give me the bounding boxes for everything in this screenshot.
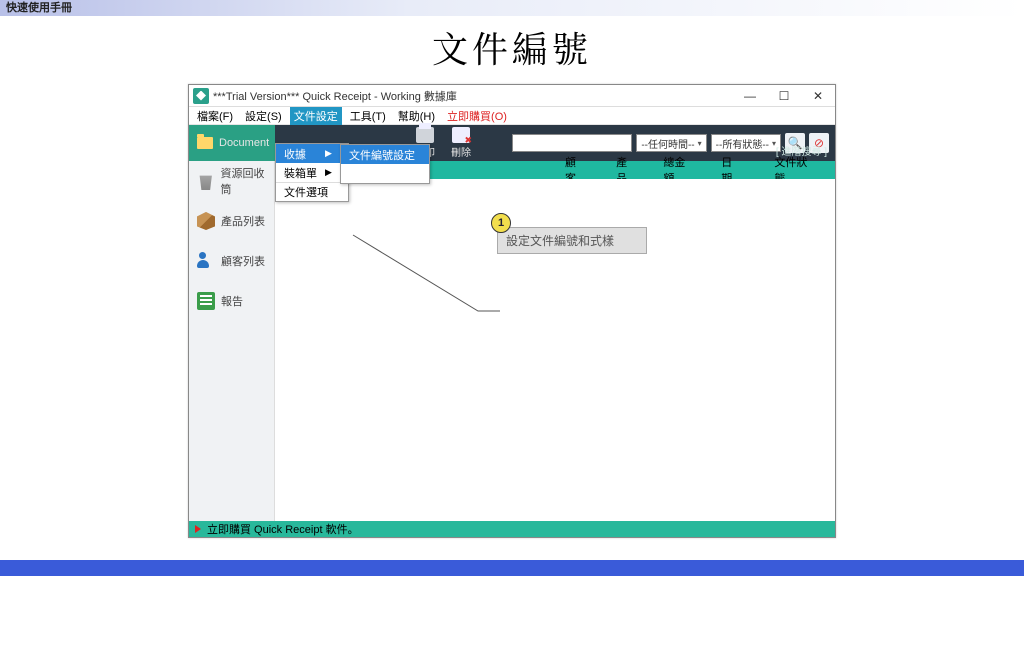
statusbar: 立即購買 Quick Receipt 軟件。 xyxy=(189,521,835,537)
play-icon xyxy=(195,525,201,533)
page-footer-bar xyxy=(0,560,1024,576)
delete-button[interactable]: 刪除 xyxy=(443,125,479,161)
sidebar-customers[interactable]: 顧客列表 xyxy=(189,241,274,281)
submenu-design[interactable]: 設計 xyxy=(341,164,429,183)
report-icon xyxy=(197,292,215,310)
callout-text: 設定文件編號和式樣 xyxy=(497,227,647,254)
callout-number: 1 xyxy=(491,213,511,233)
sidebar-customers-label: 顧客列表 xyxy=(221,253,265,269)
sidebar: 資源回收筒 產品列表 顧客列表 報告 xyxy=(189,161,275,521)
menubar: 檔案(F) 設定(S) 文件設定 工具(T) 幫助(H) 立即購買(O) xyxy=(189,107,835,125)
dropdown-options[interactable]: 文件選項 xyxy=(276,182,348,201)
dropdown-packing[interactable]: 裝箱單▶ xyxy=(276,163,348,182)
window-title: ***Trial Version*** Quick Receipt - Work… xyxy=(213,88,457,104)
doc-settings-dropdown: 收據▶ 文件編號設定 設計 裝箱單▶ 文件選項 xyxy=(275,143,349,202)
sidebar-current[interactable]: Document xyxy=(189,125,275,161)
menu-help[interactable]: 幫助(H) xyxy=(394,107,439,125)
app-icon xyxy=(193,88,209,104)
callout: 設定文件編號和式樣 1 xyxy=(497,227,647,254)
person-icon xyxy=(197,252,215,270)
minimize-button[interactable]: — xyxy=(733,85,767,107)
submenu-numbering[interactable]: 文件編號設定 xyxy=(341,145,429,164)
sidebar-current-label: Document xyxy=(219,137,269,149)
sidebar-recycle[interactable]: 資源回收筒 xyxy=(189,161,274,201)
sidebar-products-label: 產品列表 xyxy=(221,213,265,229)
menu-settings[interactable]: 設定(S) xyxy=(241,107,286,125)
receipt-submenu: 文件編號設定 設計 xyxy=(340,144,430,184)
delete-label: 刪除 xyxy=(451,144,471,159)
status-filter[interactable]: --所有狀態-- xyxy=(711,134,781,152)
sidebar-reports-label: 報告 xyxy=(221,293,243,309)
dropdown-receipt[interactable]: 收據▶ 文件編號設定 設計 xyxy=(276,144,348,163)
menu-tools[interactable]: 工具(T) xyxy=(346,107,390,125)
sidebar-reports[interactable]: 報告 xyxy=(189,281,274,321)
app-window: ***Trial Version*** Quick Receipt - Work… xyxy=(188,84,836,538)
statusbar-text[interactable]: 立即購買 Quick Receipt 軟件。 xyxy=(207,521,359,537)
time-filter[interactable]: --任何時間-- xyxy=(636,134,706,152)
menu-file[interactable]: 檔案(F) xyxy=(193,107,237,125)
menu-buy[interactable]: 立即購買(O) xyxy=(443,107,511,125)
trash-icon xyxy=(197,172,215,190)
menu-doc-settings[interactable]: 文件設定 xyxy=(290,107,342,125)
printer-icon xyxy=(416,127,434,143)
search-input[interactable] xyxy=(512,134,632,152)
titlebar: ***Trial Version*** Quick Receipt - Work… xyxy=(189,85,835,107)
delete-icon xyxy=(452,127,470,143)
folder-icon xyxy=(197,137,213,149)
sidebar-recycle-label: 資源回收筒 xyxy=(221,165,275,197)
manual-header: 快速使用手冊 xyxy=(0,0,1024,16)
window-controls: — ☐ ✕ xyxy=(733,85,835,107)
box-icon xyxy=(197,212,215,230)
maximize-button[interactable]: ☐ xyxy=(767,85,801,107)
page-title: 文件編號 xyxy=(0,22,1024,73)
sidebar-products[interactable]: 產品列表 xyxy=(189,201,274,241)
close-button[interactable]: ✕ xyxy=(801,85,835,107)
